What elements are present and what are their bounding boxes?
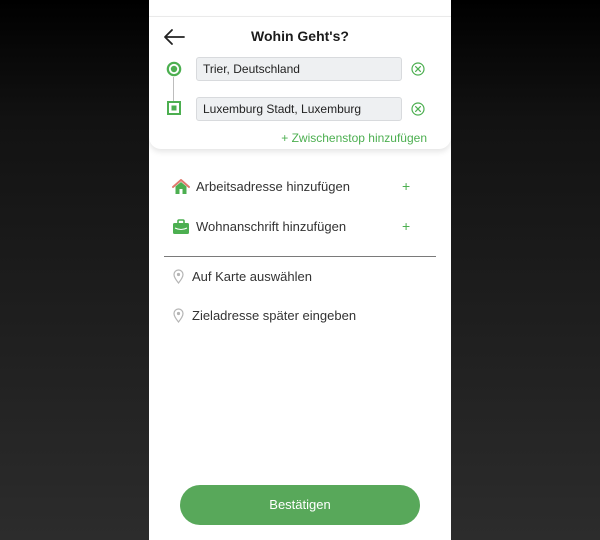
map-pin-icon xyxy=(173,308,184,323)
section-divider xyxy=(164,256,436,257)
add-home-address-plus[interactable]: + xyxy=(402,218,410,234)
add-work-address-label: Arbeitsadresse hinzufügen xyxy=(196,179,350,194)
map-pin-icon xyxy=(173,269,184,284)
route-connector-line xyxy=(173,77,174,101)
confirm-button[interactable]: Bestätigen xyxy=(180,485,420,525)
app-screen: Wohin Geht's? Trier, Deutschland Luxembu… xyxy=(149,0,451,540)
origin-marker-icon xyxy=(166,61,182,77)
add-work-address-plus[interactable]: + xyxy=(402,178,410,194)
add-home-address-label: Wohnanschrift hinzufügen xyxy=(196,219,347,234)
status-bar xyxy=(149,0,451,17)
house-icon xyxy=(172,179,190,194)
add-stopover-link[interactable]: + Zwischenstop hinzufügen xyxy=(281,131,427,145)
enter-destination-later-label: Zieladresse später eingeben xyxy=(192,308,357,323)
select-on-map-row[interactable]: Auf Karte auswählen xyxy=(149,264,451,290)
clear-origin-icon[interactable] xyxy=(411,62,425,76)
page-title: Wohin Geht's? xyxy=(251,28,349,44)
destination-input[interactable]: Luxemburg Stadt, Luxemburg xyxy=(196,97,402,121)
select-on-map-label: Auf Karte auswählen xyxy=(192,269,312,284)
add-home-address-row[interactable]: Wohnanschrift hinzufügen + xyxy=(149,212,451,242)
briefcase-icon xyxy=(173,219,189,234)
route-planner-card: Wohin Geht's? Trier, Deutschland Luxembu… xyxy=(149,17,451,149)
origin-input[interactable]: Trier, Deutschland xyxy=(196,57,402,81)
destination-marker-icon xyxy=(167,101,181,115)
enter-destination-later-row[interactable]: Zieladresse später eingeben xyxy=(149,303,451,329)
add-work-address-row[interactable]: Arbeitsadresse hinzufügen + xyxy=(149,172,451,202)
clear-destination-icon[interactable] xyxy=(411,102,425,116)
